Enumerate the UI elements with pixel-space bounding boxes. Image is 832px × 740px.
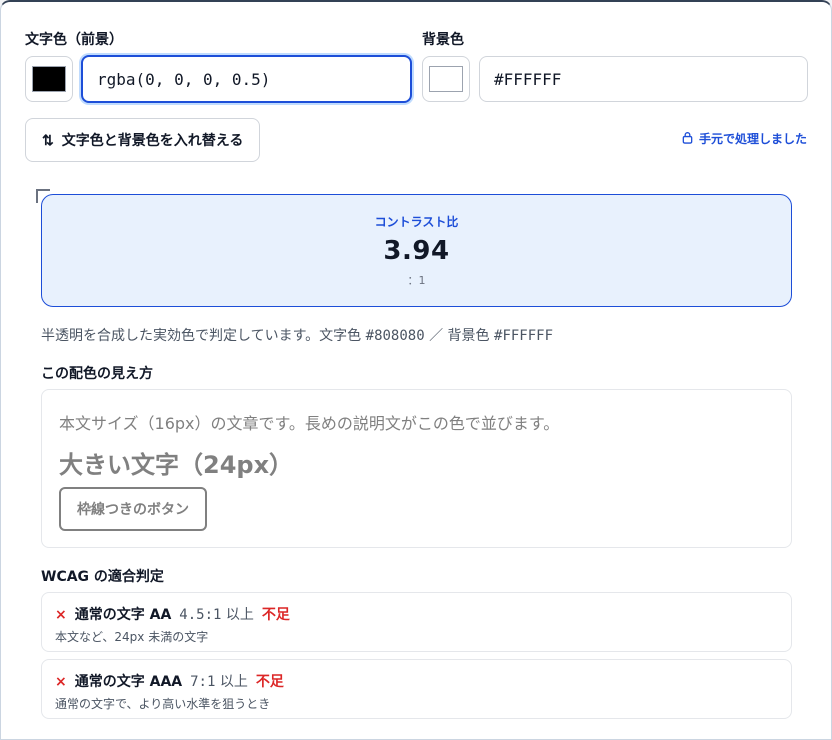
preview-large-text: 大きい文字（24px）: [59, 451, 294, 479]
result-threshold: 7:1 以上: [190, 674, 248, 690]
fail-icon: ×: [55, 607, 67, 623]
preview-outline-button[interactable]: 枠線つきのボタン: [59, 487, 207, 531]
fail-icon: ×: [55, 674, 67, 690]
note-prefix: 半透明を合成した実効色で判定しています。文字色: [41, 328, 366, 344]
bg-color-input[interactable]: [479, 56, 808, 102]
ratio-label: コントラスト比: [374, 215, 459, 229]
local-note-label: 手元で処理しました: [698, 132, 807, 146]
fg-color-input[interactable]: [81, 55, 412, 103]
effective-color-note: 半透明を合成した実効色で判定しています。文字色 #808080 ／ 背景色 #F…: [41, 325, 553, 345]
bg-color-picker[interactable]: [422, 56, 470, 102]
fg-color-picker[interactable]: [25, 56, 73, 102]
contrast-checker-panel: 文字色（前景） 背景色 ⇅ 文字色と背景色を入れ替える 手元で処理しました コン…: [0, 0, 832, 740]
note-bg-hex: #FFFFFF: [494, 328, 554, 344]
note-sep: ／ 背景色: [424, 328, 495, 344]
local-processing-note: 手元で処理しました: [681, 130, 807, 147]
result-status: 不足: [255, 674, 284, 690]
result-status: 不足: [261, 607, 290, 623]
ratio-value: 3.94: [383, 236, 450, 266]
swap-button-label: 文字色と背景色を入れ替える: [61, 132, 244, 148]
swap-colors-button[interactable]: ⇅ 文字色と背景色を入れ替える: [25, 118, 261, 162]
preview-button-label: 枠線つきのボタン: [77, 501, 189, 517]
preview-card: 本文サイズ（16px）の文章です。長めの説明文がこの色で並びます。 大きい文字（…: [41, 389, 792, 548]
lock-icon: [681, 131, 694, 147]
result-name: 通常の文字 AAA: [74, 674, 183, 690]
preview-title: この配色の見え方: [41, 366, 153, 382]
wcag-title: WCAG の適合判定: [41, 569, 164, 585]
preview-body-text: 本文サイズ（16px）の文章です。長めの説明文がこの色で並びます。: [59, 414, 560, 433]
note-fg-hex: #808080: [365, 328, 425, 344]
ratio-unit: ：1: [407, 274, 426, 287]
result-desc: 本文など、24px 未満の文字: [55, 630, 209, 644]
swap-icon: ⇅: [42, 131, 54, 148]
bg-swatch: [429, 66, 463, 92]
fg-label: 文字色（前景）: [25, 32, 123, 48]
wcag-result-aa: × 通常の文字 AA 4.5:1 以上 不足 本文など、24px 未満の文字: [41, 592, 792, 652]
bg-label: 背景色: [422, 32, 464, 48]
contrast-ratio-card: コントラスト比 3.94 ：1: [41, 194, 792, 307]
wcag-result-aaa: × 通常の文字 AAA 7:1 以上 不足 通常の文字で、より高い水準を狙うとき: [41, 659, 792, 719]
result-name: 通常の文字 AA: [74, 607, 172, 623]
fg-swatch: [32, 66, 66, 92]
result-desc: 通常の文字で、より高い水準を狙うとき: [55, 697, 271, 711]
result-threshold: 4.5:1 以上: [179, 607, 254, 623]
